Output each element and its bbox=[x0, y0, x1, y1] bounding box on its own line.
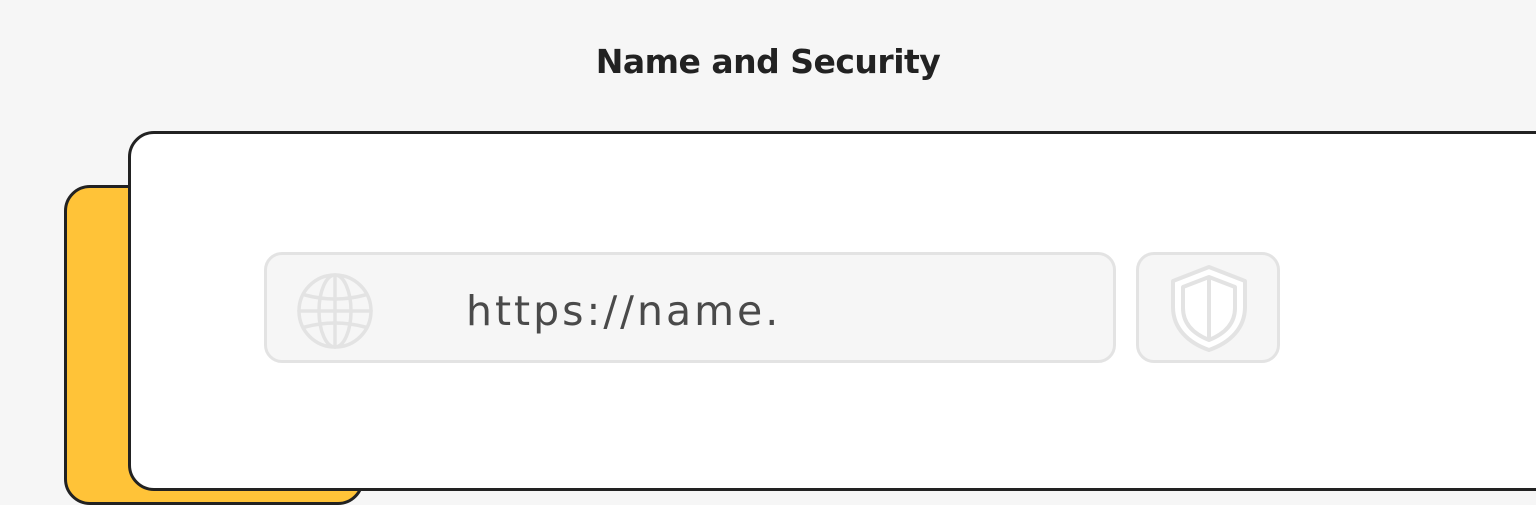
page-title: Name and Security bbox=[595, 42, 941, 81]
globe-icon bbox=[297, 273, 373, 349]
url-value: https://name. bbox=[466, 287, 782, 335]
url-input[interactable]: https://name. bbox=[264, 252, 1116, 363]
security-button[interactable] bbox=[1136, 252, 1280, 363]
shield-icon bbox=[1171, 265, 1247, 352]
